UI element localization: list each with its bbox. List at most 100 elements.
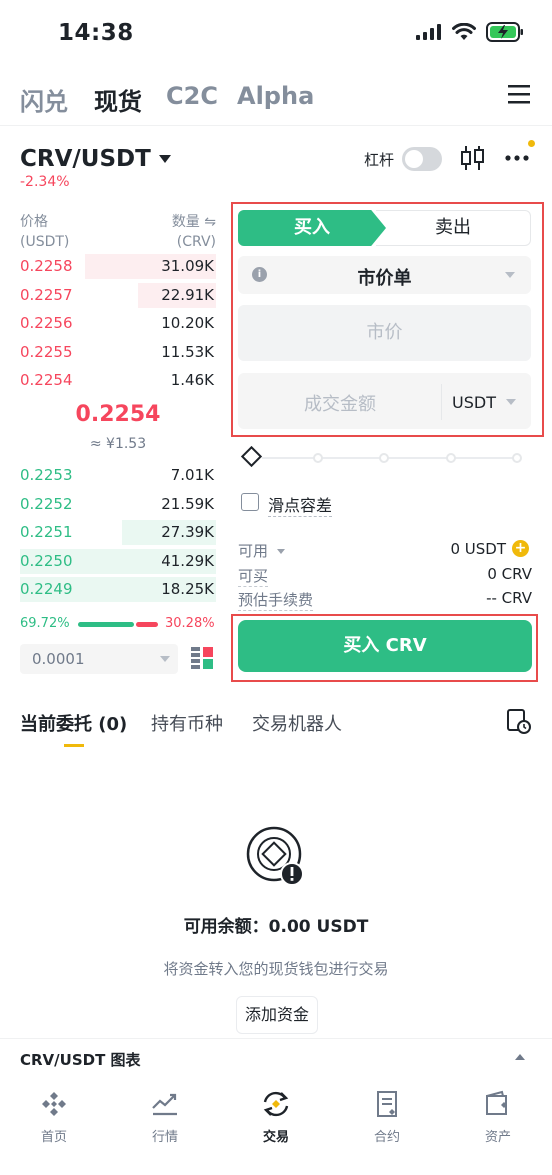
tabbar-home-label: 首页 bbox=[40, 1130, 67, 1145]
signal-icon bbox=[416, 24, 441, 40]
wifi-icon bbox=[452, 23, 476, 40]
slippage-label[interactable]: 滑点容差 bbox=[268, 492, 333, 517]
orderbook-price: 0.2253 bbox=[20, 466, 73, 484]
chart-bar-label: CRV/USDT 图表 bbox=[20, 1051, 141, 1069]
status-icons bbox=[416, 22, 524, 42]
slider-step-75[interactable] bbox=[446, 453, 456, 463]
available-label[interactable]: 可用 bbox=[238, 540, 285, 561]
ob-qty-header-label: 数量 ⇋ bbox=[171, 214, 216, 230]
orderbook-row[interactable]: 0.2256 10.20K bbox=[20, 309, 216, 337]
slider-thumb[interactable] bbox=[240, 445, 263, 468]
ob-price-unit: (USDT) bbox=[20, 234, 70, 250]
ob-qty-header[interactable]: 数量 ⇋ (CRV) bbox=[140, 212, 216, 252]
tab-trading-bots[interactable]: 交易机器人 bbox=[252, 710, 342, 736]
add-funds-plus-icon[interactable]: + bbox=[512, 540, 529, 557]
tab-holdings[interactable]: 持有币种 bbox=[151, 710, 223, 736]
nav-tab-alpha[interactable]: Alpha bbox=[237, 82, 314, 110]
slider-step-50[interactable] bbox=[379, 453, 389, 463]
orderbook-row[interactable]: 0.2249 18.25K bbox=[20, 575, 216, 603]
orderbook-price: 0.2256 bbox=[20, 314, 73, 332]
orderbook-row[interactable]: 0.2253 7.01K bbox=[20, 461, 216, 489]
futures-icon bbox=[377, 1091, 397, 1117]
available-value: 0 USDT bbox=[450, 540, 506, 558]
tabbar-futures[interactable]: 合约 bbox=[347, 1090, 427, 1145]
tabbar-trade[interactable]: 交易 bbox=[236, 1090, 316, 1145]
orderbook-qty: 21.59K bbox=[161, 494, 214, 513]
status-time: 14:38 bbox=[58, 20, 134, 46]
ob-qty-unit: (CRV) bbox=[176, 234, 216, 250]
orderbook-qty: 1.46K bbox=[170, 371, 214, 389]
caret-up-icon[interactable] bbox=[515, 1054, 525, 1060]
orderbook-row[interactable]: 0.2257 22.91K bbox=[20, 281, 216, 309]
buy-ratio-bar bbox=[78, 622, 134, 627]
slider-step-25[interactable] bbox=[313, 453, 323, 463]
pair-selector[interactable]: CRV/USDT bbox=[20, 146, 171, 172]
trade-icon bbox=[263, 1091, 289, 1117]
orderbook-row[interactable]: 0.2252 21.59K bbox=[20, 490, 216, 518]
orderbook-price: 0.2252 bbox=[20, 494, 73, 513]
orderbook-price: 0.2255 bbox=[20, 342, 73, 361]
candlestick-chart-icon[interactable] bbox=[460, 146, 486, 170]
pair-symbol: CRV/USDT bbox=[20, 146, 151, 172]
orderbook-price: 0.2249 bbox=[20, 580, 73, 598]
orderbook-layout-icon[interactable] bbox=[191, 647, 213, 669]
precision-select[interactable]: 0.0001 bbox=[20, 644, 178, 674]
orderbook-row[interactable]: 0.2255 11.53K bbox=[20, 338, 216, 366]
available-label-text: 可用 bbox=[238, 542, 269, 560]
active-tab-underline bbox=[64, 744, 84, 747]
ob-price-header-label: 价格 bbox=[20, 214, 48, 230]
header-divider bbox=[0, 125, 552, 126]
orderbook-row[interactable]: 0.2258 31.09K bbox=[20, 252, 216, 280]
nav-tab-convert[interactable]: 闪兑 bbox=[20, 82, 68, 117]
nav-tab-c2c[interactable]: C2C bbox=[166, 82, 218, 110]
tabbar-assets[interactable]: 资产 bbox=[458, 1090, 538, 1145]
tabbar-home[interactable]: 首页 bbox=[14, 1090, 94, 1145]
orderbook-qty: 27.39K bbox=[161, 523, 214, 541]
slider-step-100[interactable] bbox=[512, 453, 522, 463]
ob-price-header: 价格 (USDT) bbox=[20, 212, 69, 252]
tab-open-orders[interactable]: 当前委托 (0) bbox=[20, 710, 127, 736]
transfer-hint: 将资金转入您的现货钱包进行交易 bbox=[163, 960, 389, 978]
orderbook-price: 0.2254 bbox=[20, 371, 73, 389]
hamburger-menu-icon[interactable] bbox=[508, 84, 530, 104]
caret-down-icon bbox=[276, 549, 285, 554]
orderbook-qty: 41.29K bbox=[161, 551, 214, 570]
leverage-label: 杠杆 bbox=[364, 151, 395, 169]
slippage-checkbox[interactable] bbox=[241, 493, 259, 511]
markets-icon bbox=[152, 1093, 177, 1116]
tabbar-futures-label: 合约 bbox=[373, 1130, 400, 1145]
sell-ratio-bar bbox=[136, 622, 158, 627]
battery-charging-icon bbox=[486, 22, 523, 42]
last-price-cny: ≈ ¥1.53 bbox=[89, 436, 147, 452]
last-price: 0.2254 bbox=[75, 402, 161, 427]
orderbook-qty: 22.91K bbox=[161, 285, 214, 304]
buy-ratio: 69.72% bbox=[20, 616, 70, 631]
orderbook-price: 0.2258 bbox=[20, 257, 73, 275]
amount-slider-track[interactable] bbox=[262, 457, 518, 459]
notification-dot bbox=[528, 140, 535, 147]
nav-tab-spot[interactable]: 现货 bbox=[94, 82, 142, 117]
orderbook-row[interactable]: 0.2251 27.39K bbox=[20, 518, 216, 546]
tabbar-trade-label: 交易 bbox=[262, 1130, 289, 1145]
orderbook-row[interactable]: 0.2254 1.46K bbox=[20, 366, 216, 394]
orderbook-price: 0.2250 bbox=[20, 551, 73, 570]
orderbook-price: 0.2251 bbox=[20, 523, 73, 541]
precision-value: 0.0001 bbox=[32, 650, 85, 668]
fee-value: -- CRV bbox=[486, 589, 532, 607]
highlight-box-buy-button bbox=[231, 614, 538, 682]
fee-label[interactable]: 预估手续费 bbox=[238, 589, 314, 611]
caret-down-icon bbox=[158, 155, 171, 163]
more-dots-icon[interactable] bbox=[505, 148, 529, 168]
available-balance: 可用余额：0.00 USDT bbox=[183, 917, 369, 937]
empty-balance-icon bbox=[246, 826, 304, 886]
tabbar-markets-label: 行情 bbox=[151, 1130, 178, 1145]
add-funds-button[interactable]: 添加资金 bbox=[236, 996, 318, 1034]
orderbook-qty: 10.20K bbox=[161, 314, 214, 332]
pair-change: -2.34% bbox=[20, 174, 70, 190]
highlight-box-order-form bbox=[231, 202, 544, 437]
leverage-toggle-knob bbox=[405, 150, 423, 168]
orderbook-qty: 11.53K bbox=[161, 342, 214, 361]
order-history-icon[interactable] bbox=[506, 708, 532, 734]
tabbar-markets[interactable]: 行情 bbox=[125, 1090, 205, 1145]
orderbook-row[interactable]: 0.2250 41.29K bbox=[20, 547, 216, 575]
